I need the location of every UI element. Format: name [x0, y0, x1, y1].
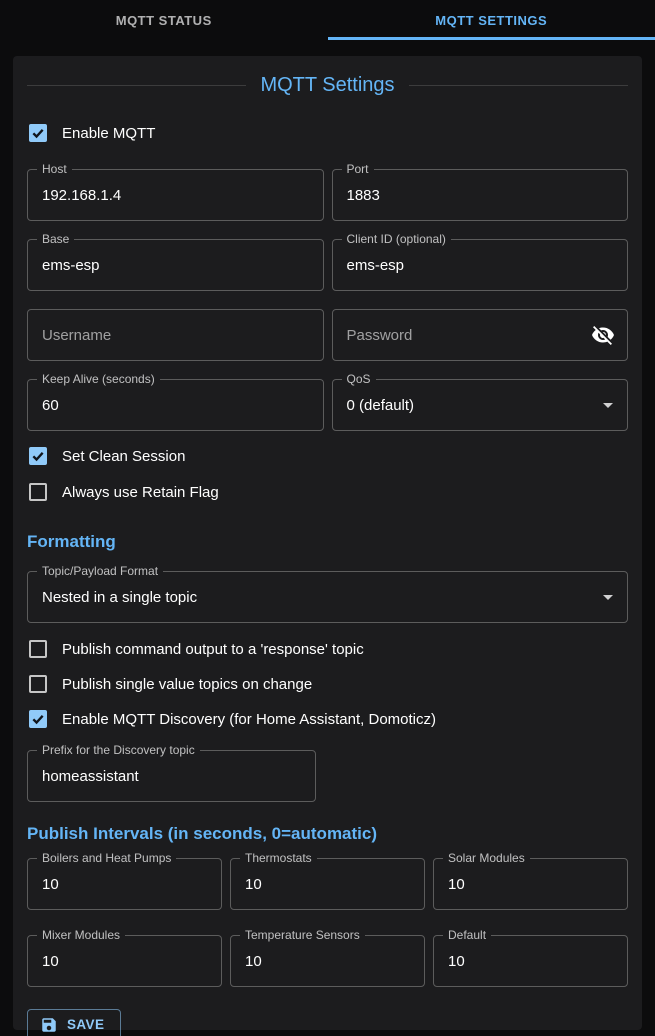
interval-temperature-value: 10 [231, 953, 424, 970]
qos-select-label: QoS [342, 372, 376, 386]
save-button[interactable]: SAVE [27, 1009, 121, 1036]
interval-thermostats-field[interactable]: Thermostats 10 [230, 858, 425, 910]
title-divider-right [409, 85, 628, 86]
base-field[interactable]: Base ems-esp [27, 239, 324, 291]
username-placeholder: Username [28, 327, 323, 344]
interval-default-value: 10 [434, 953, 627, 970]
publish-response-label: Publish command output to a 'response' t… [62, 641, 364, 658]
retain-flag-row: Always use Retain Flag [27, 480, 628, 504]
discovery-label: Enable MQTT Discovery (for Home Assistan… [62, 711, 436, 728]
mqtt-settings-card: MQTT Settings Enable MQTT Host 192.168.1… [13, 56, 642, 1030]
discovery-prefix-field[interactable]: Prefix for the Discovery topic homeassis… [27, 750, 316, 802]
save-button-label: SAVE [67, 1017, 104, 1032]
host-field-value: 192.168.1.4 [28, 187, 323, 204]
interval-solar-field[interactable]: Solar Modules 10 [433, 858, 628, 910]
client-id-field-value: ems-esp [333, 257, 628, 274]
interval-boilers-field[interactable]: Boilers and Heat Pumps 10 [27, 858, 222, 910]
clean-session-label: Set Clean Session [62, 448, 185, 465]
tab-bar: MQTT STATUS MQTT SETTINGS [0, 0, 655, 40]
clean-session-row: Set Clean Session [27, 444, 628, 468]
discovery-row: Enable MQTT Discovery (for Home Assistan… [27, 707, 628, 731]
qos-select-value: 0 (default) [333, 397, 604, 414]
tab-mqtt-status[interactable]: MQTT STATUS [0, 0, 328, 40]
title-divider-left [27, 85, 246, 86]
client-id-field-label: Client ID (optional) [342, 232, 451, 246]
base-field-value: ems-esp [28, 257, 323, 274]
discovery-prefix-value: homeassistant [28, 768, 315, 785]
keep-alive-field[interactable]: Keep Alive (seconds) 60 [27, 379, 324, 431]
interval-boilers-value: 10 [28, 876, 221, 893]
checkmark-icon [31, 449, 45, 463]
interval-mixer-label: Mixer Modules [37, 928, 125, 942]
client-id-field[interactable]: Client ID (optional) ems-esp [332, 239, 629, 291]
enable-mqtt-row: Enable MQTT [27, 121, 628, 145]
page-title: MQTT Settings [260, 74, 394, 97]
topic-format-select[interactable]: Topic/Payload Format Nested in a single … [27, 571, 628, 623]
retain-flag-checkbox[interactable] [29, 483, 47, 501]
port-field-label: Port [342, 162, 374, 176]
visibility-off-icon[interactable] [591, 323, 615, 347]
port-field[interactable]: Port 1883 [332, 169, 629, 221]
publish-response-checkbox[interactable] [29, 640, 47, 658]
checkmark-icon [31, 126, 45, 140]
interval-thermostats-label: Thermostats [240, 851, 317, 865]
save-icon [40, 1016, 58, 1034]
dropdown-arrow-icon [603, 403, 613, 408]
interval-temperature-label: Temperature Sensors [240, 928, 365, 942]
keep-alive-field-value: 60 [28, 397, 323, 414]
password-field[interactable]: Password [332, 309, 629, 361]
port-field-value: 1883 [333, 187, 628, 204]
interval-boilers-label: Boilers and Heat Pumps [37, 851, 176, 865]
discovery-checkbox[interactable] [29, 710, 47, 728]
host-field[interactable]: Host 192.168.1.4 [27, 169, 324, 221]
discovery-prefix-label: Prefix for the Discovery topic [37, 743, 200, 757]
clean-session-checkbox[interactable] [29, 447, 47, 465]
interval-thermostats-value: 10 [231, 876, 424, 893]
publish-response-row: Publish command output to a 'response' t… [27, 637, 628, 661]
title-row: MQTT Settings [27, 74, 628, 97]
enable-mqtt-label: Enable MQTT [62, 125, 155, 142]
qos-select[interactable]: QoS 0 (default) [332, 379, 629, 431]
enable-mqtt-checkbox[interactable] [29, 124, 47, 142]
tab-mqtt-settings[interactable]: MQTT SETTINGS [328, 0, 655, 40]
publish-single-label: Publish single value topics on change [62, 676, 312, 693]
username-field[interactable]: Username [27, 309, 324, 361]
publish-single-row: Publish single value topics on change [27, 672, 628, 696]
interval-mixer-value: 10 [28, 953, 221, 970]
interval-default-label: Default [443, 928, 491, 942]
publish-single-checkbox[interactable] [29, 675, 47, 693]
topic-format-label: Topic/Payload Format [37, 564, 163, 578]
dropdown-arrow-icon [603, 595, 613, 600]
interval-temperature-field[interactable]: Temperature Sensors 10 [230, 935, 425, 987]
keep-alive-field-label: Keep Alive (seconds) [37, 372, 160, 386]
interval-solar-label: Solar Modules [443, 851, 530, 865]
checkmark-icon [31, 712, 45, 726]
formatting-heading: Formatting [27, 532, 628, 552]
interval-default-field[interactable]: Default 10 [433, 935, 628, 987]
host-field-label: Host [37, 162, 72, 176]
base-field-label: Base [37, 232, 74, 246]
topic-format-value: Nested in a single topic [28, 589, 603, 606]
password-placeholder: Password [333, 327, 592, 344]
publish-intervals-heading: Publish Intervals (in seconds, 0=automat… [27, 824, 628, 844]
interval-mixer-field[interactable]: Mixer Modules 10 [27, 935, 222, 987]
retain-flag-label: Always use Retain Flag [62, 484, 219, 501]
interval-solar-value: 10 [434, 876, 627, 893]
